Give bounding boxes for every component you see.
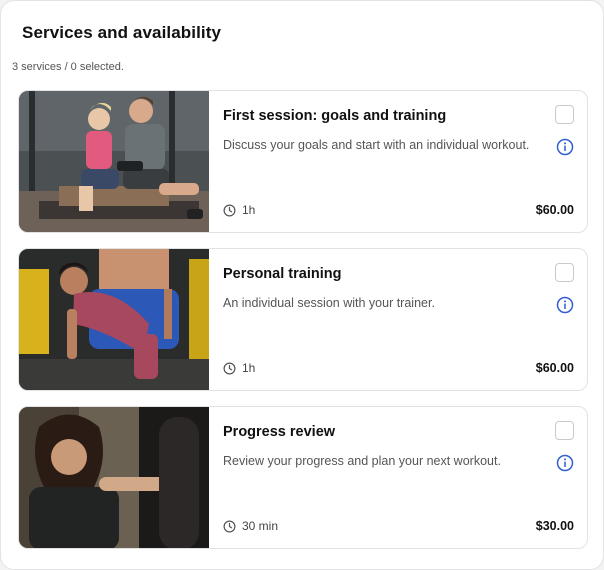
service-select-checkbox[interactable] (555, 105, 574, 124)
info-icon[interactable] (556, 138, 574, 156)
service-price: $60.00 (535, 361, 574, 375)
services-panel: Services and availability 3 services / 0… (0, 0, 604, 570)
duration-label: 30 min (242, 519, 279, 533)
service-image-woman-with-heavy-bag (19, 407, 209, 548)
service-image-woman-stretching (19, 249, 209, 390)
service-title: First session: goals and training (223, 108, 447, 124)
clock-icon (223, 520, 236, 533)
service-duration: 1h (223, 203, 255, 217)
service-select-checkbox[interactable] (555, 421, 574, 440)
info-icon[interactable] (556, 454, 574, 472)
selection-summary: 3 services / 0 selected. (12, 61, 124, 73)
service-price: $30.00 (535, 519, 574, 533)
service-card[interactable]: First session: goals and training Discus… (18, 90, 588, 233)
service-description: Review your progress and plan your next … (223, 454, 501, 468)
service-card[interactable]: Progress review Review your progress and… (18, 406, 588, 549)
service-description: Discuss your goals and start with an ind… (223, 138, 530, 152)
service-select-checkbox[interactable] (555, 263, 574, 282)
service-title: Personal training (223, 266, 342, 282)
service-price: $60.00 (535, 203, 574, 217)
service-description: An individual session with your trainer. (223, 296, 435, 310)
service-title: Progress review (223, 424, 336, 440)
clock-icon (223, 362, 236, 375)
service-card[interactable]: Personal training An individual session … (18, 248, 588, 391)
service-duration: 30 min (223, 519, 278, 533)
info-icon[interactable] (556, 296, 574, 314)
service-image-trainer-and-client (19, 91, 209, 232)
service-duration: 1h (223, 361, 255, 375)
duration-label: 1h (242, 203, 256, 217)
duration-label: 1h (242, 361, 256, 375)
clock-icon (223, 204, 236, 217)
page-title: Services and availability (22, 23, 222, 42)
